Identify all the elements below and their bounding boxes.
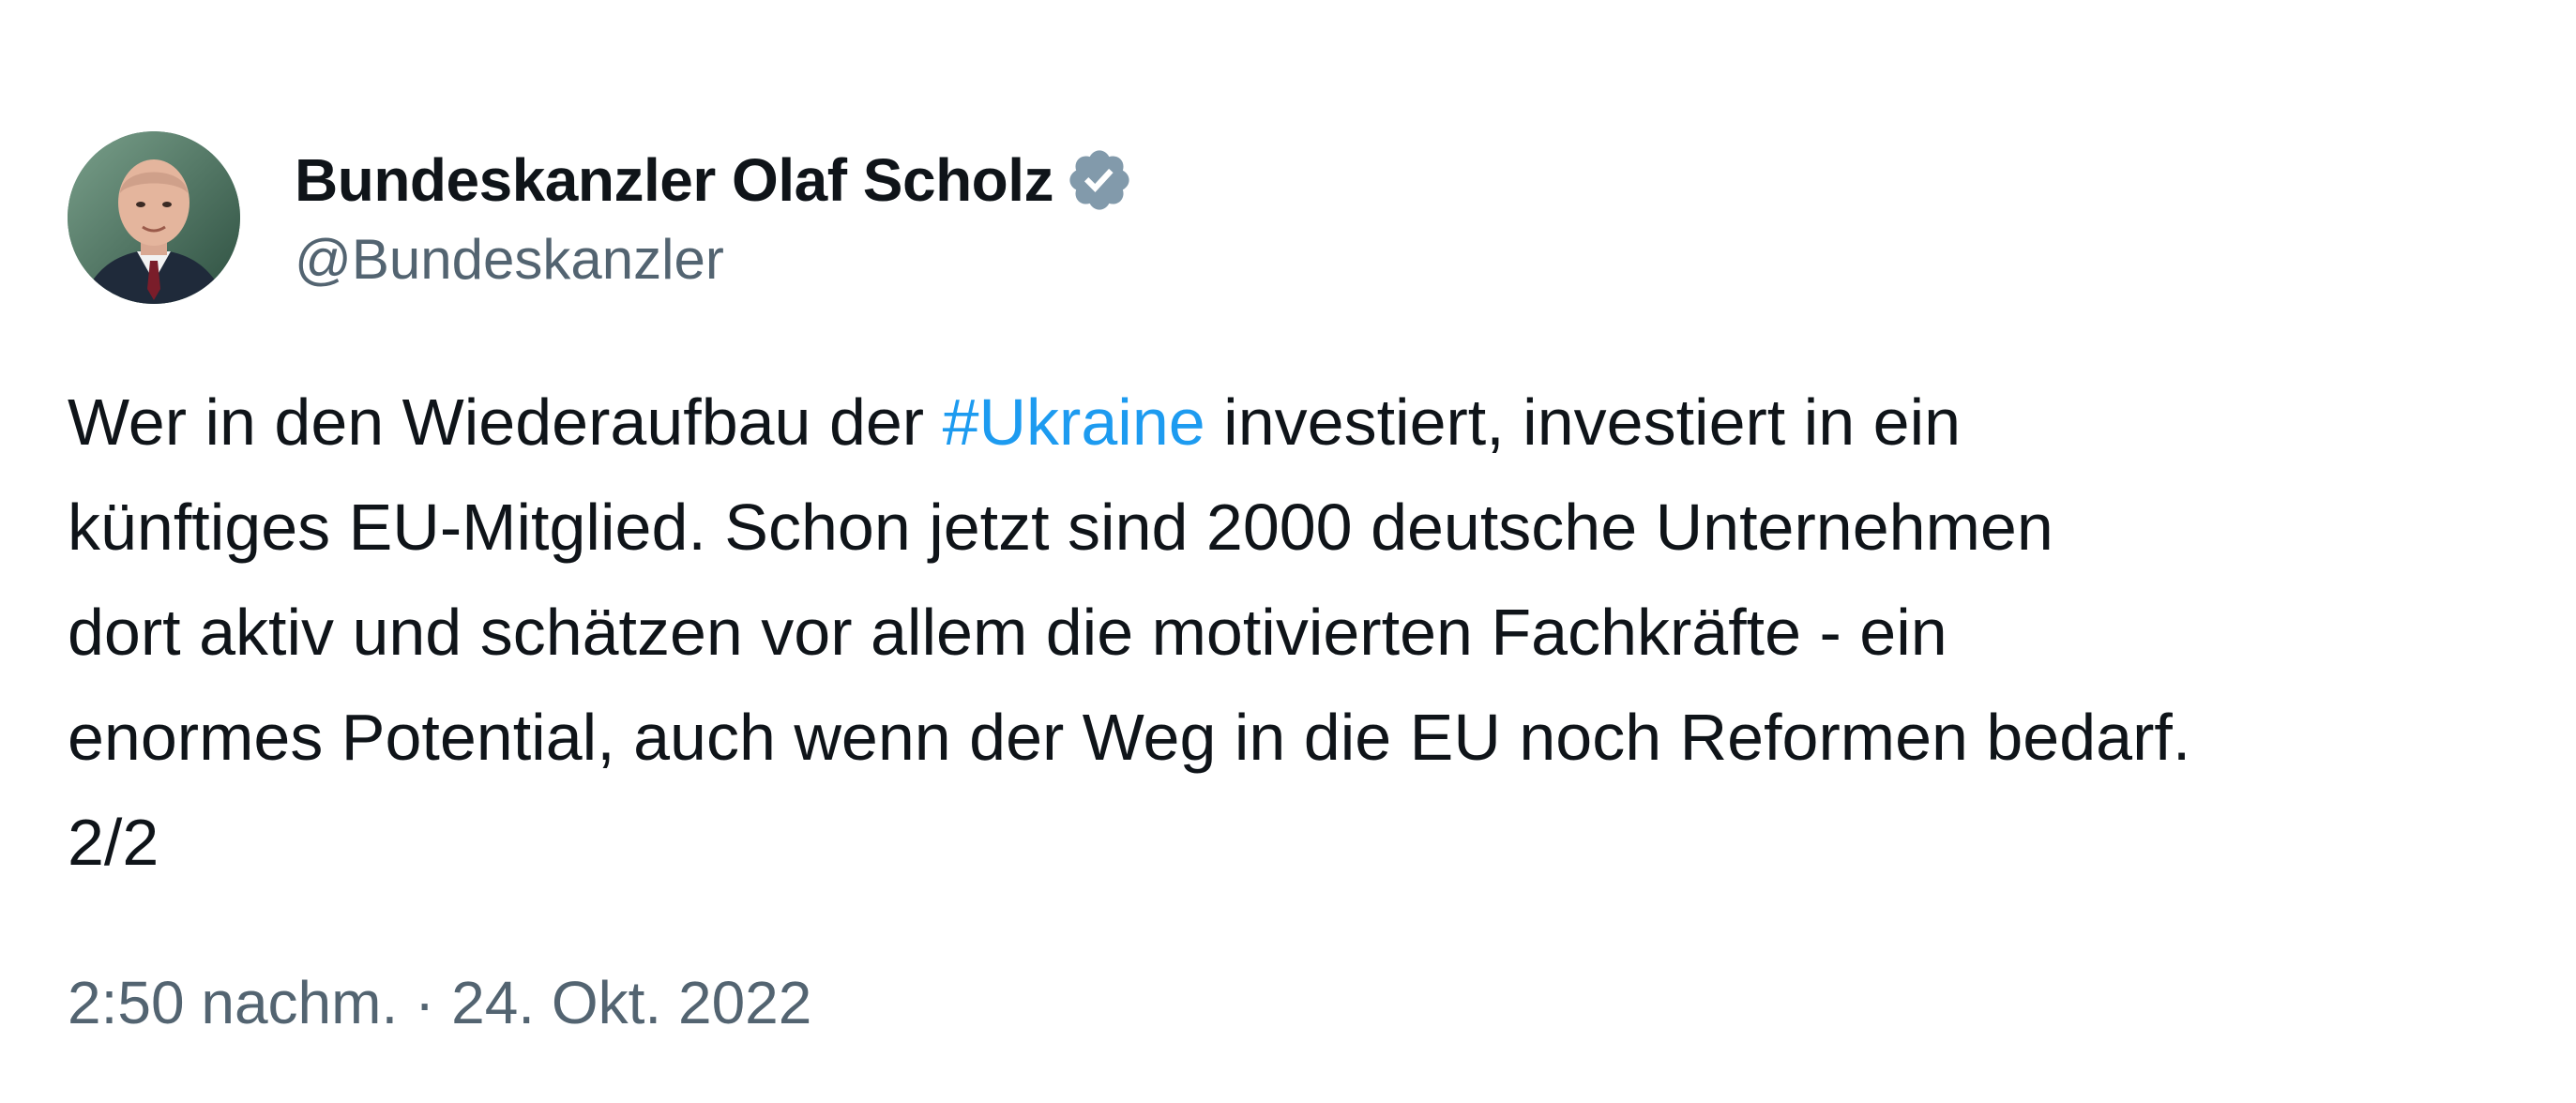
avatar[interactable] — [68, 131, 240, 304]
tweet-text-line-4: enormes Potential, auch wenn der Weg in … — [68, 701, 2191, 774]
tweet-text-segment: Wer in den Wiederaufbau der — [68, 385, 943, 459]
author-display-name[interactable]: Bundeskanzler Olaf Scholz — [295, 145, 1054, 215]
tweet-text-segment: investiert, investiert in ein — [1205, 385, 1962, 459]
tweet-text-line-1: Wer in den Wiederaufbau der #Ukraine inv… — [68, 370, 2525, 475]
tweet-text-line-3: dort aktiv und schätzen vor allem die mo… — [68, 596, 1947, 669]
tweet-text-line-5: 2/2 — [68, 806, 159, 879]
tweet-card: Bundeskanzler Olaf Scholz @Bundeskanzler… — [68, 131, 2525, 1037]
verified-badge-icon[interactable] — [1065, 145, 1134, 215]
tweet-text: Wer in den Wiederaufbau der #Ukraine inv… — [68, 370, 2525, 895]
avatar-portrait — [68, 131, 240, 304]
tweet-date: 24. Okt. 2022 — [451, 969, 812, 1036]
timestamp-separator: · — [398, 969, 452, 1036]
author-handle[interactable]: @Bundeskanzler — [295, 222, 1134, 297]
tweet-time: 2:50 nachm. — [68, 969, 399, 1036]
tweet-text-line-2: künftiges EU-Mitglied. Schon jetzt sind … — [68, 491, 2053, 564]
author-names: Bundeskanzler Olaf Scholz @Bundeskanzler — [295, 138, 1134, 297]
tweet-header: Bundeskanzler Olaf Scholz @Bundeskanzler — [68, 131, 2525, 304]
author-name-row: Bundeskanzler Olaf Scholz — [295, 138, 1134, 222]
tweet-timestamp[interactable]: 2:50 nachm. · 24. Okt. 2022 — [68, 968, 2525, 1037]
hashtag-link[interactable]: #Ukraine — [943, 385, 1205, 459]
